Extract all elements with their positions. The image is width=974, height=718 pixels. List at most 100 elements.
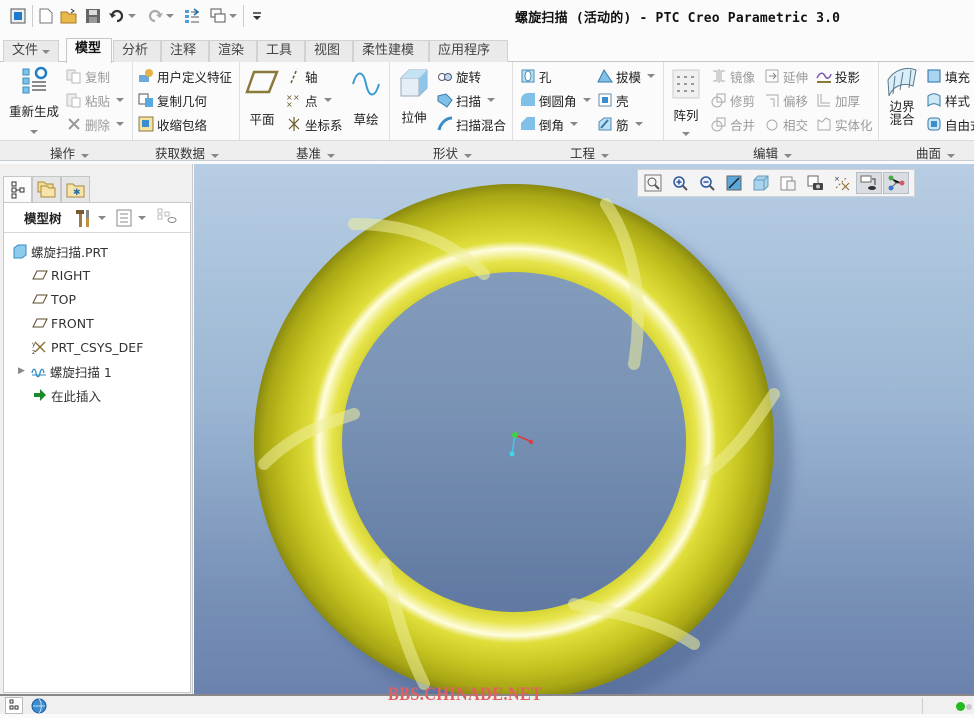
solidify-button[interactable]: 实体化	[816, 114, 873, 134]
regenerate-icon[interactable]	[182, 6, 202, 26]
favorites-icon: ✱	[66, 183, 85, 198]
refit-button[interactable]	[640, 172, 666, 194]
csys-button[interactable]: 坐标系	[286, 114, 343, 134]
redo-button[interactable]	[145, 6, 175, 26]
repaint-button[interactable]	[721, 172, 747, 194]
revolve-button[interactable]: 旋转	[437, 66, 481, 86]
boundary-blend-button[interactable]: 边界 混合	[884, 66, 920, 126]
tree-item-label: TOP	[51, 291, 77, 307]
offset-button[interactable]: 偏移	[764, 90, 808, 110]
annotation-display-icon	[860, 175, 876, 190]
graphics-window[interactable]: ×	[194, 164, 974, 694]
tab-tools[interactable]: 工具	[257, 40, 305, 62]
group-operations[interactable]: 操作	[50, 143, 90, 162]
copy-button[interactable]: 复制	[66, 66, 110, 86]
tree-item-helical-sweep[interactable]: ▶ 螺旋扫描 1	[18, 361, 112, 381]
point-button[interactable]: × × × 点	[286, 90, 332, 110]
swept-blend-button[interactable]: 扫描混合	[437, 114, 506, 134]
sketch-button[interactable]: 草绘	[348, 68, 384, 128]
shrinkwrap-button[interactable]: 收缩包络	[138, 114, 207, 134]
extend-button[interactable]: 延伸	[764, 66, 808, 86]
group-label: 形状	[433, 146, 459, 161]
paste-button[interactable]: 粘贴	[66, 90, 125, 110]
tree-item-right[interactable]: RIGHT	[32, 265, 90, 285]
group-editing[interactable]: 编辑	[753, 143, 793, 162]
tab-applications[interactable]: 应用程序	[429, 40, 508, 62]
settings-button[interactable]	[74, 208, 106, 228]
axis-button[interactable]: 轴	[286, 66, 318, 86]
offset-icon	[764, 92, 780, 108]
group-datum[interactable]: 基准	[296, 143, 336, 162]
project-button[interactable]: 投影	[816, 66, 860, 86]
tree-item-csys[interactable]: y z PRT_CSYS_DEF	[32, 337, 143, 357]
customize-dropdown-icon[interactable]	[249, 6, 265, 26]
mirror-button[interactable]: 镜像	[711, 66, 755, 86]
open-folder-icon[interactable]	[59, 6, 79, 26]
browser-button[interactable]	[30, 697, 48, 714]
tab-favorites[interactable]: ✱	[61, 176, 90, 202]
group-get-data[interactable]: 获取数据	[155, 143, 220, 162]
draft-button[interactable]: 拔模	[597, 66, 656, 86]
style-button[interactable]: 样式	[926, 90, 970, 110]
udf-button[interactable]: 用户定义特征	[138, 66, 232, 86]
zoom-out-button[interactable]	[694, 172, 720, 194]
app-window-icon[interactable]	[8, 6, 28, 26]
datum-display-button[interactable]: ×	[829, 172, 855, 194]
copy-geometry-button[interactable]: 复制几何	[138, 90, 207, 110]
tree-item-insert-here[interactable]: 在此插入	[32, 385, 101, 405]
tab-annotate[interactable]: 注释	[161, 40, 209, 62]
group-surfaces[interactable]: 曲面	[916, 143, 956, 162]
group-shapes[interactable]: 形状	[433, 143, 473, 162]
toggle-navigator-button[interactable]	[5, 697, 23, 714]
rib-button[interactable]: 筋	[597, 114, 643, 134]
thicken-button[interactable]: 加厚	[816, 90, 860, 110]
freestyle-button[interactable]: 自由式	[926, 114, 974, 134]
trim-button[interactable]: 修剪	[711, 90, 755, 110]
undo-button[interactable]	[107, 6, 137, 26]
fill-button[interactable]: 填充	[926, 66, 970, 86]
tab-model-tree[interactable]	[3, 176, 32, 203]
tree-item-label: RIGHT	[51, 267, 91, 283]
extrude-button[interactable]: 拉伸	[396, 68, 432, 126]
save-icon[interactable]	[83, 6, 103, 26]
spin-center-button[interactable]	[883, 172, 909, 194]
show-button[interactable]	[116, 209, 146, 227]
group-label: 编辑	[753, 146, 779, 161]
delete-button[interactable]: 删除	[66, 114, 125, 134]
tab-view[interactable]: 视图	[305, 40, 353, 62]
annotation-display-button[interactable]	[856, 172, 882, 194]
expand-arrow-icon[interactable]: ▶	[18, 366, 25, 376]
tree-item-front[interactable]: FRONT	[32, 313, 94, 333]
regenerate-button[interactable]: 重新生成	[6, 66, 62, 137]
udf-icon	[138, 68, 154, 84]
display-style-button[interactable]	[748, 172, 774, 194]
merge-button[interactable]: 合并	[711, 114, 755, 134]
tab-flexible-modeling[interactable]: 柔性建模	[353, 40, 429, 62]
intersect-button[interactable]: 相交	[764, 114, 808, 134]
button-label: 合并	[730, 117, 756, 133]
group-engineering[interactable]: 工程	[570, 143, 610, 162]
new-file-icon[interactable]	[36, 6, 56, 26]
tab-file[interactable]: 文件	[3, 40, 59, 62]
tree-item-part[interactable]: 螺旋扫描.PRT	[12, 241, 108, 261]
windows-button[interactable]	[207, 6, 239, 26]
pattern-button[interactable]: 阵列	[668, 68, 704, 139]
round-button[interactable]: 倒圆角	[520, 90, 591, 110]
saved-orientations-button[interactable]	[775, 172, 801, 194]
shell-button[interactable]: 壳	[597, 90, 629, 110]
sweep-button[interactable]: 扫描	[437, 90, 496, 110]
tab-render[interactable]: 渲染	[209, 40, 257, 62]
view-manager-button[interactable]	[802, 172, 828, 194]
regenerate-icon	[22, 66, 48, 94]
tree-item-top[interactable]: TOP	[32, 289, 76, 309]
zoom-in-button[interactable]	[667, 172, 693, 194]
tab-label: 柔性建模	[362, 43, 415, 58]
tab-analysis[interactable]: 分析	[113, 40, 161, 62]
hole-button[interactable]: 孔	[520, 66, 552, 86]
button-label: 点	[305, 93, 318, 109]
tab-model[interactable]: 模型	[66, 38, 112, 63]
tree-filter-button[interactable]	[156, 207, 178, 228]
chamfer-button[interactable]: 倒角	[520, 114, 579, 134]
tab-folder-browser[interactable]	[32, 176, 61, 202]
plane-button[interactable]: 平面	[244, 68, 280, 128]
